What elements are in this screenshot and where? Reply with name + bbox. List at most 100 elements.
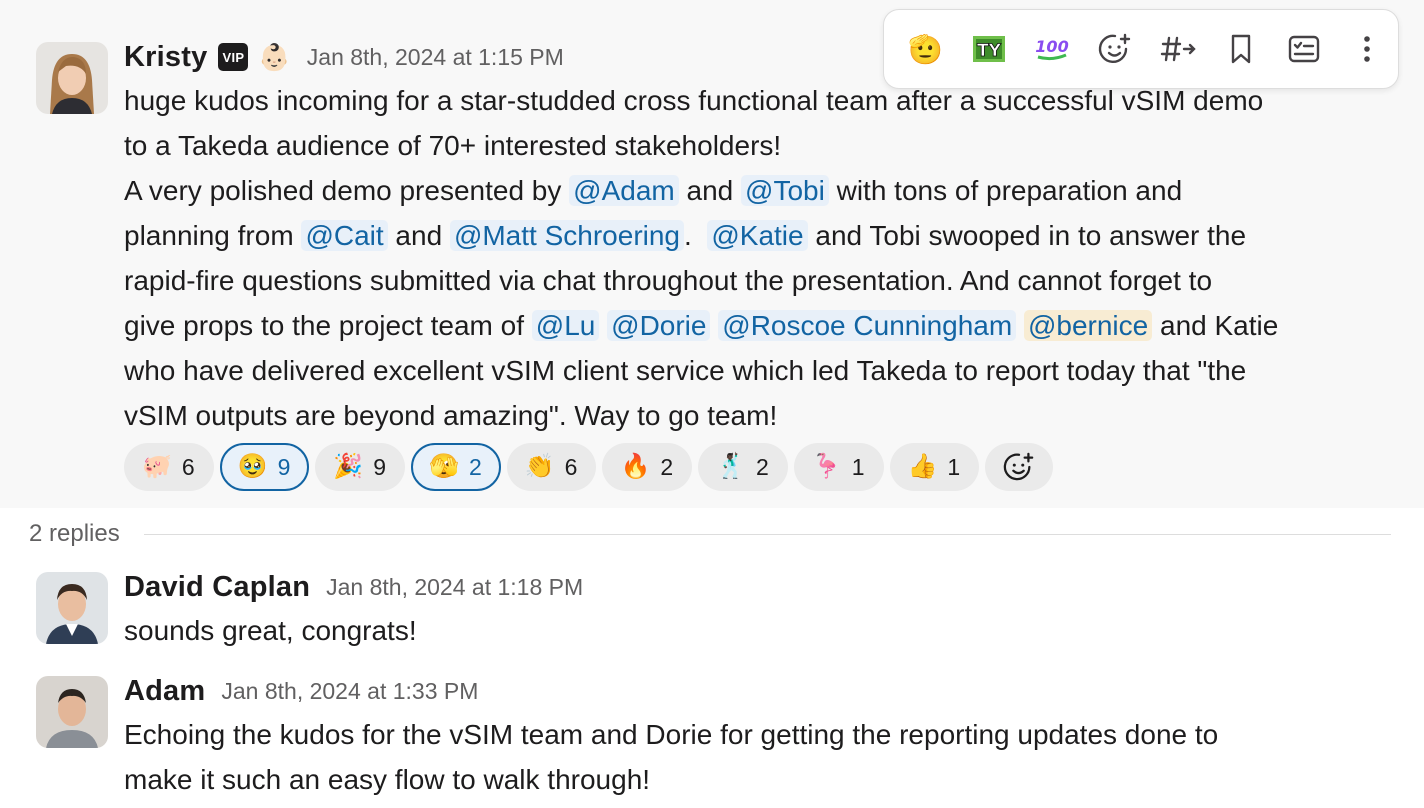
- reaction-pill[interactable]: 👍 1: [889, 443, 980, 491]
- user-mention[interactable]: @Cait: [301, 220, 388, 251]
- react-ty-button[interactable]: TY: [957, 19, 1020, 79]
- author-name[interactable]: Adam: [124, 675, 205, 708]
- user-mention[interactable]: @Lu: [531, 310, 600, 341]
- replies-count: 2 replies: [29, 520, 120, 547]
- message-text: [1016, 310, 1024, 341]
- message-text: and: [678, 175, 742, 206]
- replies-divider: 2 replies: [29, 520, 1391, 548]
- reply-body: sounds great, congrats!: [124, 608, 417, 653]
- user-mention[interactable]: @Tobi: [741, 175, 829, 206]
- share-to-channel-button[interactable]: [1146, 19, 1209, 79]
- reaction-emoji-icon: 🦩: [811, 453, 842, 480]
- message-text: give props to the project team of: [124, 310, 532, 341]
- message-line: rapid-fire questions submitted via chat …: [124, 258, 1278, 303]
- message-text: A very polished demo presented by: [124, 175, 570, 206]
- user-mention[interactable]: @Dorie: [607, 310, 711, 341]
- message-timestamp[interactable]: Jan 8th, 2024 at 1:18 PM: [326, 574, 583, 601]
- message-text: .: [684, 220, 708, 251]
- reply-line: Echoing the kudos for the vSIM team and …: [124, 719, 1219, 750]
- reaction-pill[interactable]: 🫣 2: [411, 443, 501, 491]
- reaction-emoji-icon: 🥹: [237, 453, 268, 480]
- message-timestamp[interactable]: Jan 8th, 2024 at 1:33 PM: [221, 678, 478, 705]
- reply-line: make it such an easy flow to walk throug…: [124, 764, 651, 795]
- reactions-bar: 🐖 6 🥹 9 🎉 9 🫣 2 👏 6 🔥 2 🕺🏿 2 🦩 1 👍 1: [124, 443, 1054, 491]
- reaction-count: 6: [181, 453, 195, 480]
- share-channel-icon: [1160, 36, 1196, 62]
- reaction-pill[interactable]: 🐖 6: [124, 443, 214, 491]
- reaction-pill[interactable]: 🎉 9: [315, 443, 406, 491]
- avatar-kristy[interactable]: [36, 42, 108, 114]
- reaction-count: 9: [277, 453, 291, 480]
- more-actions-icon: [1363, 36, 1370, 62]
- reaction-emoji-icon: 👏: [524, 453, 555, 480]
- message-header: Kristy VIP 👶🏻 Jan 8th, 2024 at 1:15 PM: [124, 40, 564, 74]
- reaction-emoji-icon: 🔥: [620, 453, 651, 480]
- reaction-count: 9: [373, 453, 387, 480]
- message-text: and Katie: [1152, 310, 1279, 341]
- message-line: to a Takeda audience of 70+ interested s…: [124, 123, 1278, 168]
- message-text: huge kudos incoming for a star-studded c…: [124, 85, 1264, 116]
- reaction-emoji-icon: 🐖: [142, 453, 172, 480]
- add-reaction-button[interactable]: [985, 443, 1054, 491]
- add-to-list-button[interactable]: [1272, 19, 1335, 79]
- reaction-emoji-icon: 👍: [907, 453, 938, 480]
- add-to-list-icon: [1288, 35, 1319, 63]
- add-reaction-button[interactable]: [1083, 19, 1146, 79]
- avatar-adam[interactable]: [36, 676, 108, 748]
- more-actions-button[interactable]: [1335, 19, 1398, 79]
- message-line: planning from @Cait and @Matt Schroering…: [124, 213, 1278, 258]
- reaction-emoji-icon: 🕺🏿: [716, 453, 747, 480]
- user-mention[interactable]: @Katie: [707, 220, 808, 251]
- divider-line: [143, 533, 1391, 535]
- author-name[interactable]: Kristy: [124, 41, 207, 74]
- reaction-count: 2: [756, 453, 769, 480]
- reaction-count: 2: [468, 453, 482, 480]
- svg-text:100: 100: [1035, 37, 1068, 56]
- react-100-button[interactable]: 100: [1020, 19, 1083, 79]
- vip-badge: VIP: [218, 43, 249, 71]
- message-line: A very polished demo presented by @Adam …: [124, 168, 1278, 213]
- message-text: who have delivered excellent vSIM client…: [124, 355, 1247, 386]
- message-text: with tons of preparation and: [828, 175, 1183, 206]
- message-actions-toolbar: 🫡 TY 100: [883, 9, 1399, 89]
- author-name[interactable]: David Caplan: [124, 571, 310, 604]
- message-line: give props to the project team of @Lu @D…: [124, 303, 1278, 348]
- message-timestamp[interactable]: Jan 8th, 2024 at 1:15 PM: [307, 44, 564, 71]
- reaction-emoji-icon: 🎉: [333, 453, 364, 480]
- message-text: [599, 310, 607, 341]
- react-salute-button[interactable]: 🫡: [894, 19, 957, 79]
- emoji-salute-icon: 🫡: [908, 33, 943, 65]
- reaction-pill[interactable]: 🥹 9: [219, 443, 310, 491]
- user-mention[interactable]: @Adam: [569, 175, 679, 206]
- emoji-100-icon: 100: [1035, 37, 1068, 61]
- reply-header: Adam Jan 8th, 2024 at 1:33 PM: [124, 674, 478, 708]
- reply-body: Echoing the kudos for the vSIM team and …: [124, 712, 1218, 802]
- user-mention[interactable]: @Roscoe Cunningham: [718, 310, 1017, 341]
- status-emoji[interactable]: 👶🏻: [258, 43, 290, 71]
- message-text: vSIM outputs are beyond amazing". Way to…: [124, 400, 778, 431]
- add-reaction-icon: [1004, 452, 1034, 481]
- message-text: to a Takeda audience of 70+ interested s…: [124, 130, 782, 161]
- add-reaction-icon: [1098, 33, 1130, 64]
- reaction-pill[interactable]: 👏 6: [506, 443, 597, 491]
- reaction-pill[interactable]: 🕺🏿 2: [698, 443, 788, 491]
- reaction-pill[interactable]: 🦩 1: [793, 443, 884, 491]
- bookmark-icon: [1231, 34, 1250, 64]
- reaction-emoji-icon: 🫣: [429, 453, 459, 480]
- reaction-count: 6: [564, 453, 578, 480]
- svg-text:TY: TY: [977, 41, 1002, 61]
- message-body: huge kudos incoming for a star-studded c…: [124, 78, 1278, 438]
- save-for-later-button[interactable]: [1209, 19, 1272, 79]
- emoji-ty-icon: TY: [972, 36, 1005, 62]
- message-text: rapid-fire questions submitted via chat …: [124, 265, 1213, 296]
- avatar-david-caplan[interactable]: [36, 572, 108, 644]
- user-mention[interactable]: @bernice: [1023, 310, 1153, 341]
- message-line: vSIM outputs are beyond amazing". Way to…: [124, 393, 1278, 438]
- message-text: planning from: [124, 220, 302, 251]
- message-text: and: [387, 220, 450, 251]
- reaction-count: 1: [851, 453, 865, 480]
- message-line: who have delivered excellent vSIM client…: [124, 348, 1278, 393]
- reaction-pill[interactable]: 🔥 2: [602, 443, 693, 491]
- reaction-count: 2: [660, 453, 674, 480]
- user-mention[interactable]: @Matt Schroering: [449, 220, 685, 251]
